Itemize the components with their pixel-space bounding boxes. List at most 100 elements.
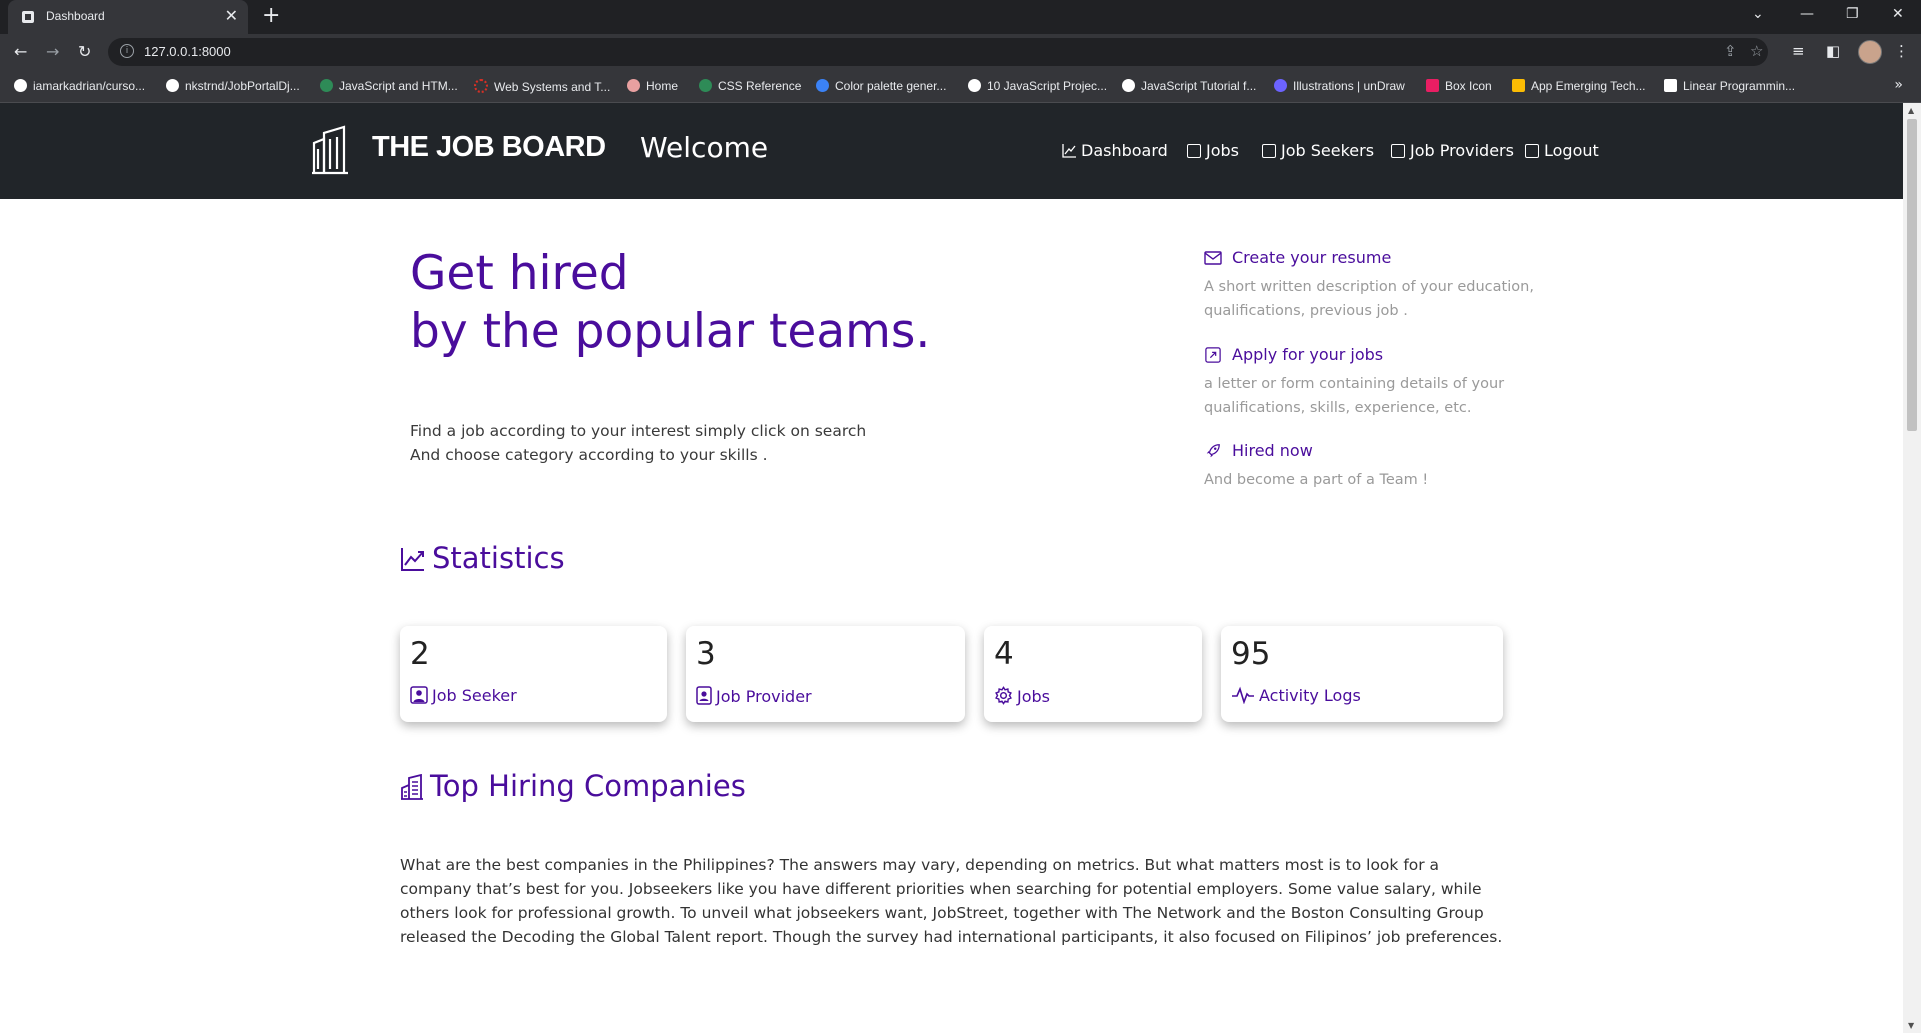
bookmark-item[interactable]: CSS Reference — [699, 79, 801, 93]
feature-apply-jobs: Apply for your jobs a letter or form con… — [1204, 345, 1564, 420]
site-navbar: THE JOB BOARD Welcome Dashboard Jobs Job… — [0, 103, 1903, 199]
welcome-text: Welcome — [640, 131, 769, 164]
codepen-icon — [968, 79, 981, 92]
stat-card-job-provider[interactable]: 3 Job Provider — [686, 626, 965, 722]
more-bookmarks-icon[interactable]: » — [1894, 77, 1903, 93]
address-bar[interactable]: i 127.0.0.1:8000 ⇪ ☆ — [108, 38, 1768, 66]
bookmark-label: 10 JavaScript Projec... — [987, 79, 1108, 93]
undraw-icon — [1274, 79, 1287, 92]
codepen-icon — [1122, 79, 1135, 92]
new-tab-button[interactable]: + — [262, 3, 280, 28]
companies-heading: Top Hiring Companies — [400, 769, 746, 803]
stat-card-job-seeker[interactable]: 2 Job Seeker — [400, 626, 667, 722]
id-card-icon — [1262, 144, 1276, 158]
statistics-title: Statistics — [432, 541, 565, 575]
tab-close-icon[interactable]: ✕ — [225, 6, 238, 25]
menu-icon[interactable]: ⋮ — [1894, 42, 1909, 60]
bookmark-item[interactable]: Color palette gener... — [816, 79, 946, 93]
nav-label: Job Providers — [1410, 141, 1514, 160]
scroll-up-icon[interactable]: ▲ — [1908, 106, 1914, 115]
address-url[interactable]: 127.0.0.1:8000 — [144, 44, 231, 59]
profile-avatar[interactable] — [1858, 40, 1882, 64]
companies-paragraph: What are the best companies in the Phili… — [400, 856, 1503, 946]
reload-icon[interactable]: ↻ — [78, 42, 91, 61]
reading-list-icon[interactable]: ≡ — [1792, 42, 1805, 60]
bookmark-item[interactable]: Box Icon — [1426, 79, 1492, 93]
feature-title: Hired now — [1204, 441, 1564, 460]
bookmark-label: Box Icon — [1445, 79, 1492, 93]
forward-icon[interactable]: → — [46, 42, 59, 61]
bookmark-label: CSS Reference — [718, 79, 802, 93]
feature-desc: a letter or form containing details of y… — [1204, 376, 1505, 416]
nav-dashboard[interactable]: Dashboard — [1062, 141, 1168, 160]
github-icon — [166, 79, 179, 92]
rocket-icon — [1206, 444, 1220, 458]
bookmark-item[interactable]: Linear Programmin... — [1664, 79, 1795, 93]
feature-title-text: Hired now — [1232, 441, 1313, 460]
bookmark-item[interactable]: nkstrnd/JobPortalDj... — [166, 79, 300, 93]
envelope-icon — [1204, 251, 1222, 265]
bookmark-item[interactable]: Home — [627, 79, 678, 93]
bookmark-item[interactable]: iamarkadrian/curso... — [14, 79, 145, 93]
feature-title: Create your resume — [1204, 248, 1564, 267]
stat-label: Activity Logs — [1231, 686, 1361, 705]
bookmark-label: App Emerging Tech... — [1531, 79, 1646, 93]
bookmark-item[interactable]: 10 JavaScript Projec... — [968, 79, 1107, 93]
brand-title[interactable]: THE JOB BOARD — [372, 131, 606, 164]
tab-title: Dashboard — [46, 9, 105, 23]
logout-icon — [1525, 144, 1539, 158]
page-scrollbar[interactable]: ▲ ▼ — [1903, 103, 1921, 1033]
minimize-icon[interactable]: — — [1800, 6, 1814, 22]
nav-jobs[interactable]: Jobs — [1187, 141, 1239, 160]
bookmark-item[interactable]: Illustrations | unDraw — [1274, 79, 1405, 93]
stat-label-text: Jobs — [1017, 687, 1050, 706]
stat-card-activity-logs[interactable]: 95 Activity Logs — [1221, 626, 1503, 722]
nav-job-providers[interactable]: Job Providers — [1391, 141, 1514, 160]
hero-subtitle-line: And choose category according to your sk… — [410, 446, 768, 464]
nav-logout[interactable]: Logout — [1525, 141, 1599, 160]
stat-value: 2 — [410, 636, 430, 672]
hero-title: Get hired by the popular teams. — [410, 245, 930, 361]
user-square-icon — [410, 686, 428, 704]
browser-toolbar: ← → ↻ i 127.0.0.1:8000 ⇪ ☆ ≡ ◧ ⋮ — [0, 34, 1921, 70]
restore-icon[interactable]: ❐ — [1846, 6, 1859, 22]
arrow-up-right-icon — [1205, 347, 1221, 363]
user-card-icon — [1187, 144, 1201, 158]
scroll-thumb[interactable] — [1907, 119, 1917, 431]
stat-value: 3 — [696, 636, 716, 672]
chart-line-icon — [1062, 144, 1076, 158]
bookmark-item[interactable]: JavaScript Tutorial f... — [1122, 79, 1256, 93]
building-icon — [1391, 144, 1405, 158]
stat-card-jobs[interactable]: 4 Jobs — [984, 626, 1202, 722]
feature-title: Apply for your jobs — [1204, 345, 1564, 364]
bookmark-label: Home — [646, 79, 679, 93]
bookmark-star-icon[interactable]: ☆ — [1750, 42, 1763, 60]
back-icon[interactable]: ← — [14, 42, 27, 61]
bookmark-label: nkstrnd/JobPortalDj... — [185, 79, 300, 93]
scroll-down-icon[interactable]: ▼ — [1908, 1021, 1914, 1030]
tab-search-icon[interactable]: ⌄ — [1752, 6, 1764, 22]
hero-subtitle-line: Find a job according to your interest si… — [410, 422, 867, 440]
document-icon — [1664, 79, 1677, 92]
page-content: THE JOB BOARD Welcome Dashboard Jobs Job… — [0, 103, 1903, 1033]
hero-subtitle: Find a job according to your interest si… — [410, 419, 866, 467]
bookmark-item[interactable]: JavaScript and HTM... — [320, 79, 458, 93]
share-icon[interactable]: ⇪ — [1724, 42, 1737, 60]
home-site-icon — [627, 79, 640, 92]
stat-label: Job Provider — [696, 686, 812, 706]
building-logo-icon — [312, 125, 348, 175]
bookmark-item[interactable]: Web Systems and T... — [474, 79, 610, 94]
bookmark-item[interactable]: App Emerging Tech... — [1512, 79, 1646, 93]
browser-tab[interactable]: Dashboard ✕ — [8, 0, 248, 34]
side-panel-icon[interactable]: ◧ — [1826, 42, 1840, 60]
bookmark-label: Color palette gener... — [835, 79, 947, 93]
window-close-icon[interactable]: ✕ — [1892, 6, 1904, 22]
feature-hired-now: Hired now And become a part of a Team ! — [1204, 441, 1564, 492]
site-info-icon[interactable]: i — [120, 44, 134, 58]
feature-desc: And become a part of a Team ! — [1204, 472, 1429, 488]
feature-create-resume: Create your resume A short written descr… — [1204, 248, 1564, 323]
bookmark-label: JavaScript and HTM... — [339, 79, 458, 93]
nav-label: Dashboard — [1081, 141, 1168, 160]
nav-job-seekers[interactable]: Job Seekers — [1262, 141, 1374, 160]
hero-title-line: by the popular teams. — [410, 304, 931, 359]
